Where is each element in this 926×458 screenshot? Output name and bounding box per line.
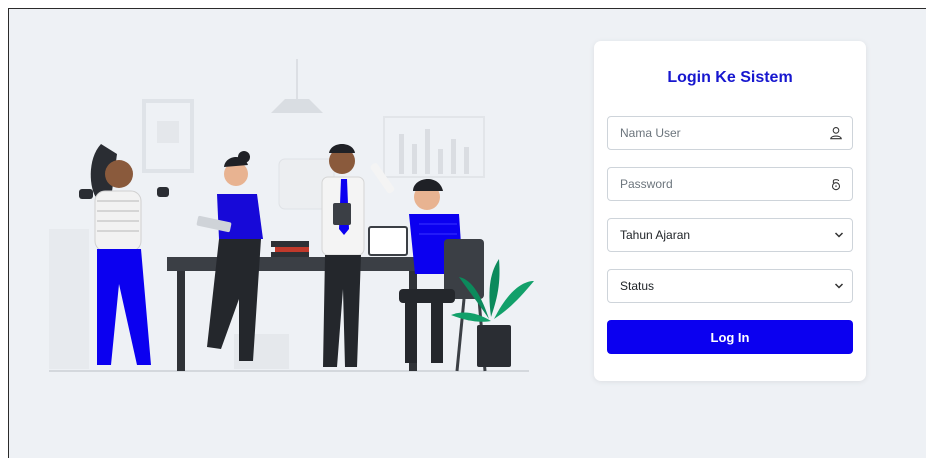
status-select[interactable]: Status <box>607 269 853 303</box>
lock-icon <box>831 179 841 191</box>
tahun-ajaran-select[interactable]: Tahun Ajaran <box>607 218 853 252</box>
login-title: Login Ke Sistem <box>667 69 793 86</box>
password-field[interactable] <box>607 167 853 201</box>
login-button[interactable]: Log In <box>607 320 853 354</box>
ceiling-lamp <box>271 99 323 113</box>
password-input[interactable] <box>608 168 852 200</box>
team-illustration <box>49 59 534 372</box>
plant-pot <box>477 325 511 367</box>
page-background: Login Ke Sistem Tahun Ajaran Status <box>8 8 926 458</box>
desk-top <box>167 257 432 271</box>
username-field[interactable] <box>607 116 853 150</box>
username-input[interactable] <box>608 117 852 149</box>
login-card: Login Ke Sistem Tahun Ajaran Status <box>594 41 866 381</box>
frame-picture <box>157 121 179 143</box>
chevron-down-icon <box>834 232 844 238</box>
cabinet <box>49 229 89 369</box>
chevron-down-icon <box>834 283 844 289</box>
status-value: Status <box>620 279 655 293</box>
tahun-ajaran-value: Tahun Ajaran <box>620 228 691 242</box>
user-icon <box>830 127 842 140</box>
laptop <box>368 226 408 256</box>
